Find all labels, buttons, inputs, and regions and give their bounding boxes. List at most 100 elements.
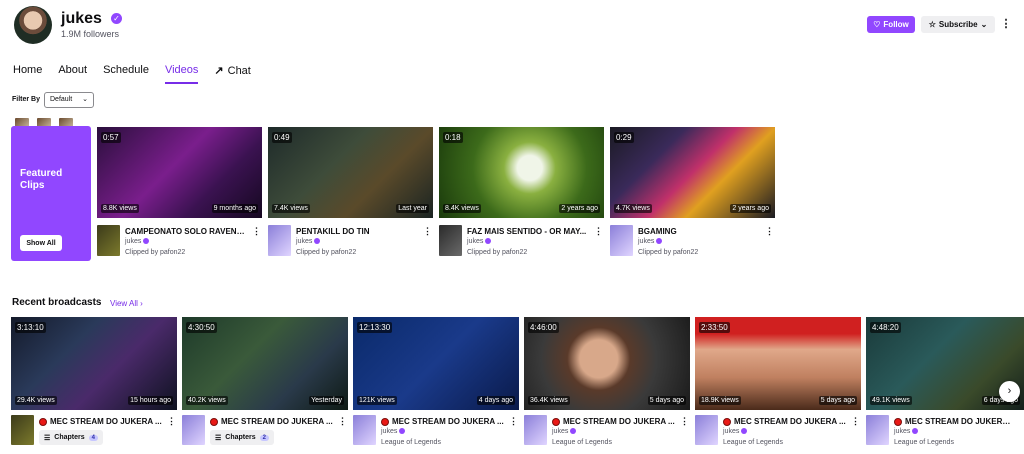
broadcast-card[interactable]: 2:33:50 18.9K views 5 days ago MEC STREA… [695,317,861,454]
game-box-art[interactable] [866,415,889,445]
game-box-art[interactable] [524,415,547,445]
live-dot-icon [552,417,560,426]
verified-check-icon [570,428,577,435]
heart-icon: ♡ [873,20,881,29]
channel-avatar[interactable] [11,415,34,445]
clip-channel-name: jukes [296,238,313,245]
follower-count: 1.9M followers [61,29,120,39]
clip-title[interactable]: FAZ MAIS SENTIDO - OR MAY... [467,227,589,236]
more-options-icon[interactable]: ⋮ [851,416,860,427]
live-dot-icon [894,417,902,426]
more-options-icon[interactable]: ⋮ [594,226,603,237]
featured-clips-card[interactable]: Featured Clips Show All [11,126,91,261]
filter-value: Default [50,96,73,103]
chevron-right-icon: › [1007,385,1012,397]
channel-name[interactable]: jukes [61,10,102,28]
broadcast-card[interactable]: 3:13:10 29.4K views 15 hours ago MEC STR… [11,317,177,454]
tab-schedule[interactable]: Schedule [103,64,149,84]
more-options-icon[interactable]: ⋮ [1000,16,1012,33]
more-options-icon[interactable]: ⋮ [423,226,432,237]
views-badge: 36.4K views [528,396,570,405]
verified-check-icon [143,238,150,245]
game-link[interactable]: League of Legends [552,439,612,446]
follow-button[interactable]: ♡ Follow [867,16,915,33]
more-options-icon[interactable]: ⋮ [765,226,774,237]
broadcast-title[interactable]: MEC STREAM DO JUKERA ... [39,417,167,426]
tab-videos[interactable]: Videos [164,64,199,84]
broadcast-card[interactable]: 4:46:00 36.4K views 5 days ago MEC STREA… [524,317,690,454]
broadcast-thumbnail[interactable]: 4:30:50 40.2K views Yesterday [182,317,348,410]
game-box-art[interactable] [353,415,376,445]
verified-check-icon [656,238,663,245]
game-box-art[interactable] [182,415,205,445]
filter-select[interactable]: Default ⌄ [44,92,94,108]
duration-badge: 0:49 [272,132,292,143]
channel-avatar[interactable] [97,225,120,256]
more-options-icon[interactable]: ⋮ [167,416,176,427]
clip-card[interactable]: 0:29 4.7K views 2 years ago BGAMING ⋮ ju… [610,127,775,262]
broadcast-thumbnail[interactable]: 2:33:50 18.9K views 5 days ago [695,317,861,410]
clip-title[interactable]: BGAMING [638,227,760,236]
game-box-art[interactable] [439,225,462,256]
broadcast-channel-name: jukes [894,428,911,435]
clip-thumbnail[interactable]: 0:29 4.7K views 2 years ago [610,127,775,218]
duration-badge: 4:30:50 [186,322,217,333]
chapters-button[interactable]: ☰ Chapters 4 [39,430,103,445]
age-badge: 9 months ago [211,204,258,213]
broadcast-title[interactable]: MEC STREAM DO JUKERA ... [894,417,1014,426]
broadcast-channel[interactable]: jukes [894,428,919,435]
broadcast-thumbnail[interactable]: 3:13:10 29.4K views 15 hours ago [11,317,177,410]
more-options-icon[interactable]: ⋮ [252,226,261,237]
game-link[interactable]: League of Legends [723,439,783,446]
clip-channel-name: jukes [638,238,655,245]
view-all-link[interactable]: View All › [110,299,143,308]
show-all-button[interactable]: Show All [20,235,62,251]
broadcast-title[interactable]: MEC STREAM DO JUKERA ... [723,417,851,426]
clip-thumbnail[interactable]: 0:18 8.4K views 2 years ago [439,127,604,218]
clip-thumbnail[interactable]: 0:57 8.8K views 9 months ago [97,127,262,218]
game-link[interactable]: League of Legends [381,439,441,446]
more-options-icon[interactable]: ⋮ [680,416,689,427]
tab-chat[interactable]: ↗ Chat [214,64,250,84]
more-options-icon[interactable]: ⋮ [509,416,518,427]
chapters-label: Chapters [225,434,256,441]
chevron-down-icon: ⌄ [980,20,988,29]
broadcast-title[interactable]: MEC STREAM DO JUKERA ... [552,417,680,426]
game-box-art[interactable] [268,225,291,256]
subscribe-label: Subscribe [938,20,978,29]
tab-home[interactable]: Home [13,64,42,84]
broadcast-card[interactable]: 4:30:50 40.2K views Yesterday MEC STREAM… [182,317,348,454]
age-badge: Yesterday [309,396,344,405]
broadcast-title[interactable]: MEC STREAM DO JUKERA ... [381,417,509,426]
clip-channel[interactable]: jukes [296,238,321,245]
broadcast-thumbnail[interactable]: 4:46:00 36.4K views 5 days ago [524,317,690,410]
subscribe-button[interactable]: ☆ Subscribe ⌄ [921,16,995,33]
broadcast-channel[interactable]: jukes [381,428,406,435]
clip-card[interactable]: 0:18 8.4K views 2 years ago FAZ MAIS SEN… [439,127,604,262]
clip-title[interactable]: CAMPEONATO SOLO RAVENQ... [125,227,247,236]
clip-card[interactable]: 0:49 7.4K views Last year PENTAKILL DO T… [268,127,433,262]
more-options-icon[interactable]: ⋮ [338,416,347,427]
clip-title[interactable]: PENTAKILL DO TIN [296,227,418,236]
game-box-art[interactable] [610,225,633,256]
tab-about[interactable]: About [58,64,87,84]
carousel-next-button[interactable]: › [999,381,1020,402]
game-link[interactable]: League of Legends [894,439,954,446]
clip-channel[interactable]: jukes [467,238,492,245]
chapters-button[interactable]: ☰ Chapters 2 [210,430,274,445]
broadcast-card[interactable]: 12:13:30 121K views 4 days ago MEC STREA… [353,317,519,454]
live-dot-icon [210,417,218,426]
clip-channel-name: jukes [467,238,484,245]
clip-card[interactable]: 0:57 8.8K views 9 months ago CAMPEONATO … [97,127,262,262]
broadcast-title[interactable]: MEC STREAM DO JUKERA ... [210,417,338,426]
clip-channel[interactable]: jukes [638,238,663,245]
game-box-art[interactable] [695,415,718,445]
avatar[interactable] [14,6,52,44]
age-badge: 15 hours ago [128,396,173,405]
clip-thumbnail[interactable]: 0:49 7.4K views Last year [268,127,433,218]
broadcast-channel[interactable]: jukes [552,428,577,435]
views-badge: 8.8K views [101,204,139,213]
broadcast-channel[interactable]: jukes [723,428,748,435]
broadcast-thumbnail[interactable]: 12:13:30 121K views 4 days ago [353,317,519,410]
clip-channel[interactable]: jukes [125,238,150,245]
